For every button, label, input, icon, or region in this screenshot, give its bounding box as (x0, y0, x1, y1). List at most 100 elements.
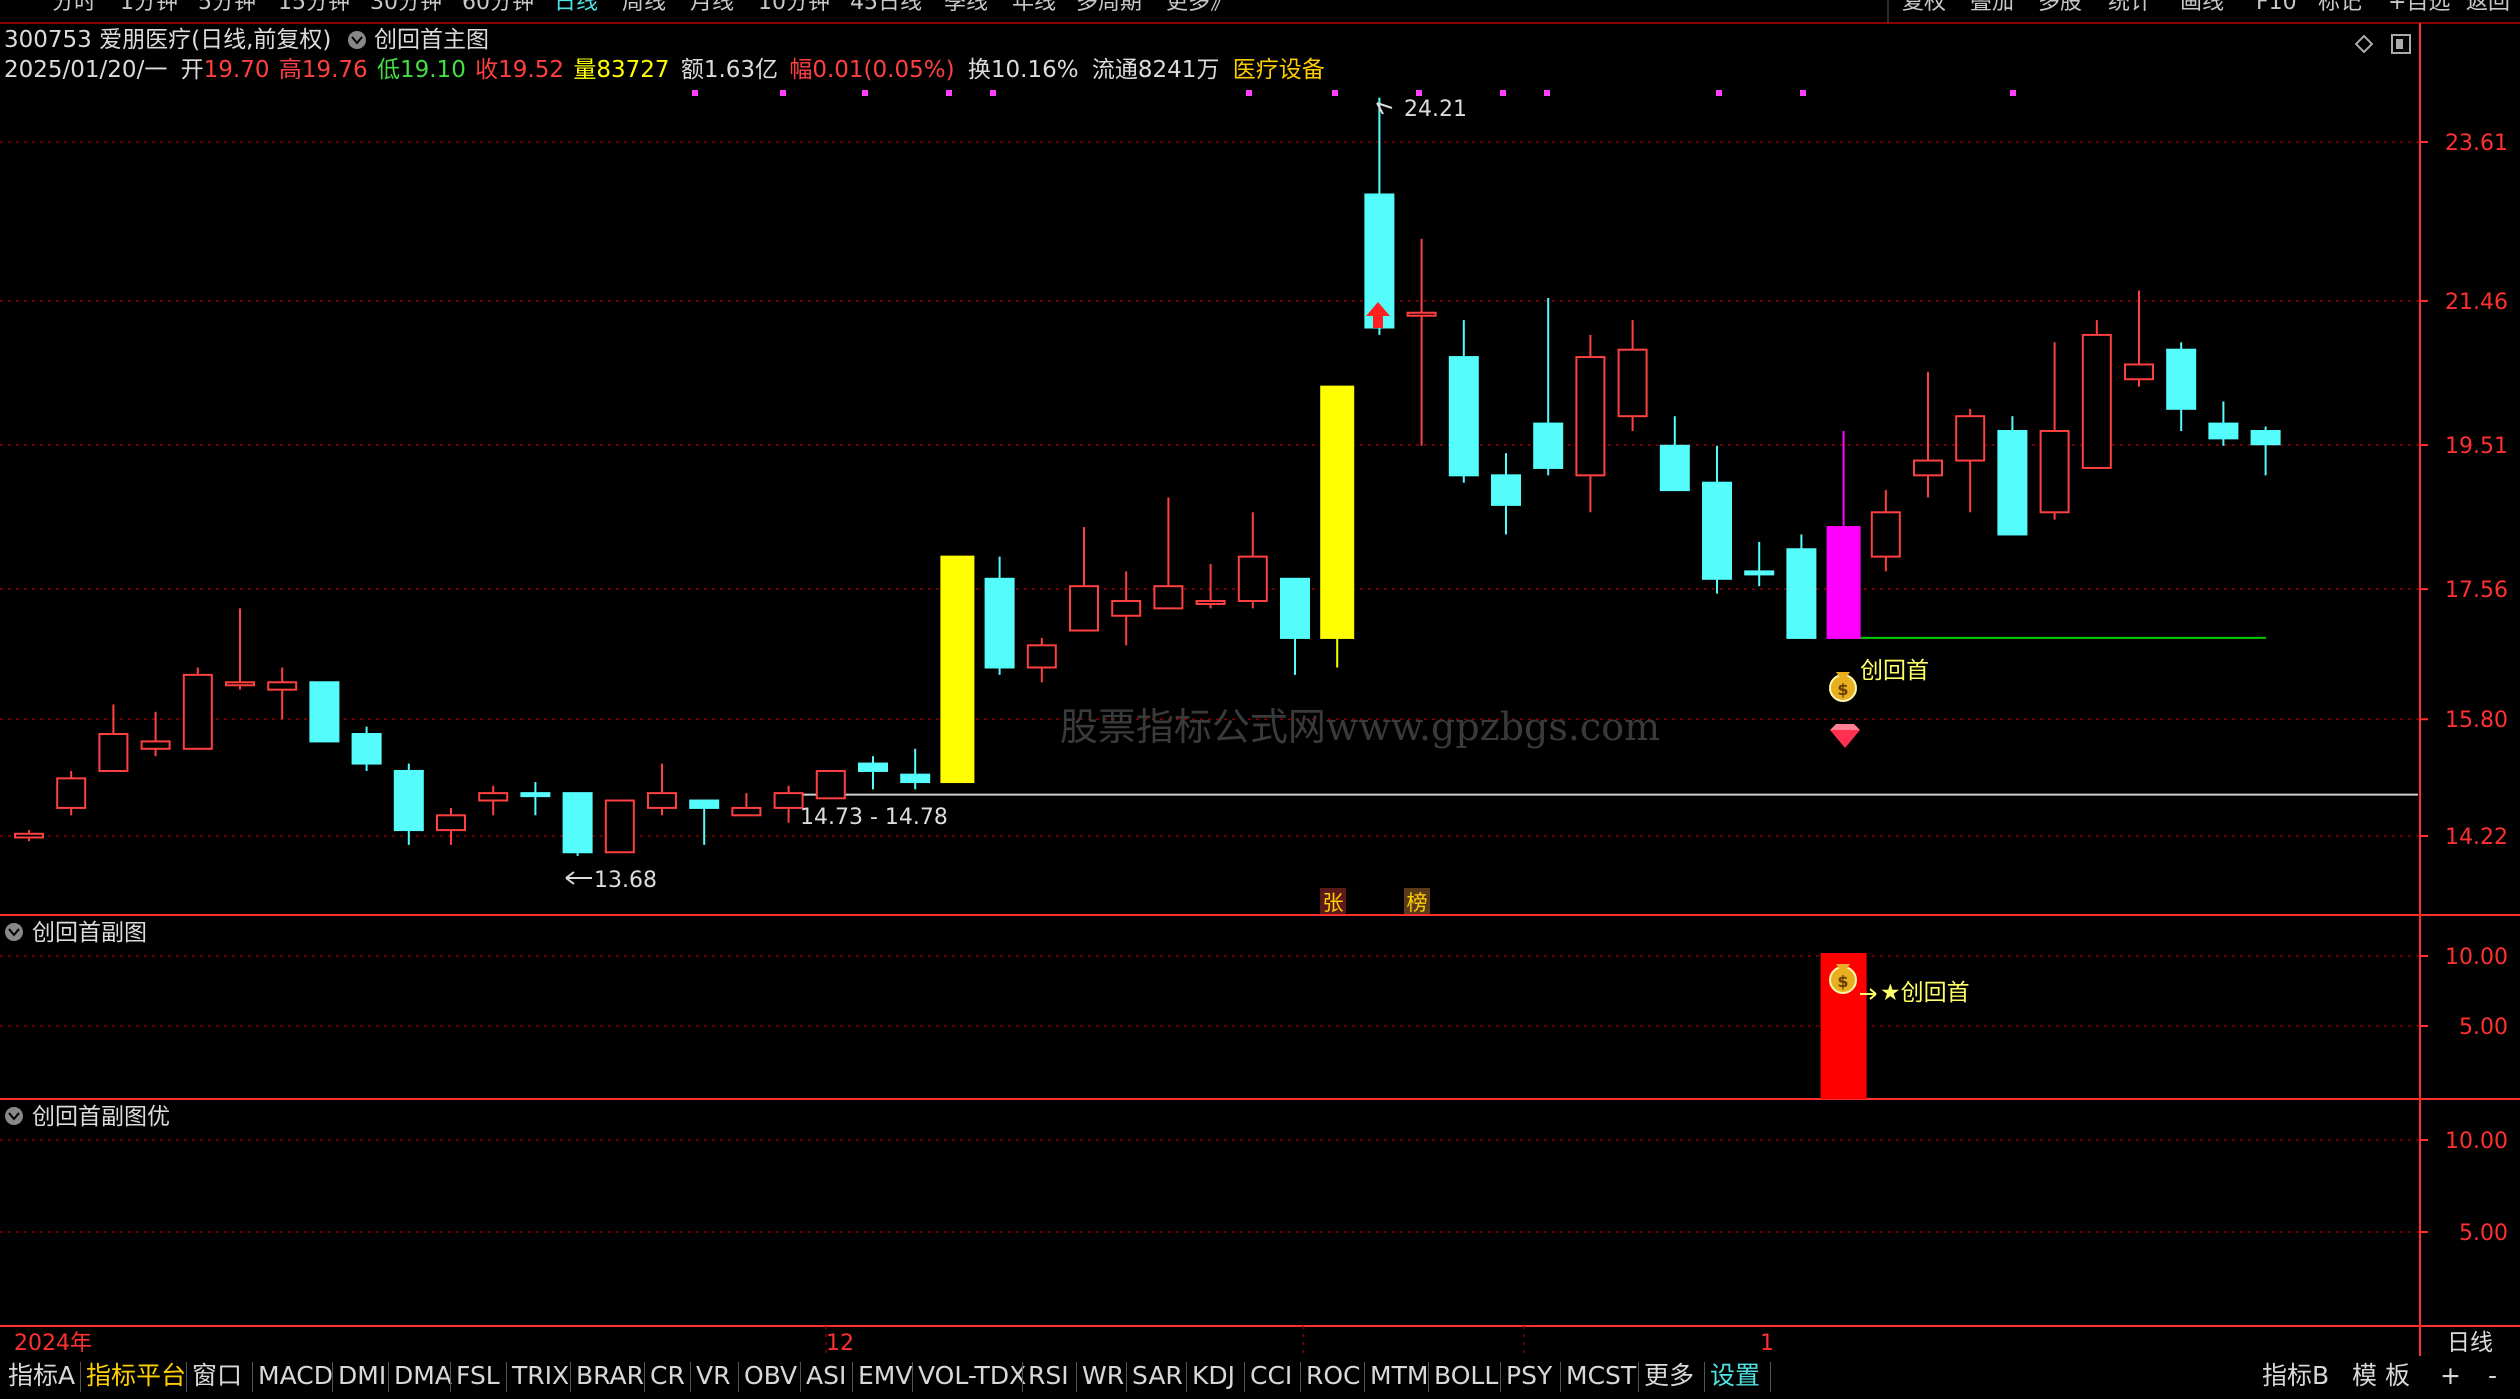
tab-separator (506, 1362, 507, 1392)
candle (225, 608, 255, 690)
top-signal-dot (1332, 90, 1338, 96)
indicator-collapse-icon[interactable] (348, 31, 366, 49)
indicator-tab[interactable]: RSI (1024, 1358, 1073, 1394)
top-signal-dot (1800, 90, 1806, 96)
tab-separator (1300, 1362, 1301, 1392)
indicator-tab[interactable]: 窗口 (188, 1358, 246, 1394)
candle-body (2124, 363, 2154, 381)
indicator-tab[interactable]: FSL (452, 1358, 504, 1394)
diamond-icon[interactable] (2354, 34, 2374, 54)
indicator-tab[interactable]: 更多 (1640, 1358, 1698, 1394)
indicator-tab[interactable]: CR (646, 1358, 689, 1394)
indicator-tab[interactable]: SAR (1128, 1358, 1187, 1394)
candle-body (1913, 459, 1943, 477)
top-signal-dot (780, 90, 786, 96)
indicator-tab[interactable]: WR (1078, 1358, 1128, 1394)
indicator-tab[interactable]: 指标A (4, 1358, 79, 1394)
tab-separator (1704, 1362, 1705, 1392)
indicator-tab[interactable]: 指标平台 (82, 1358, 190, 1394)
indicator-tab[interactable]: BOLL (1430, 1358, 1502, 1394)
tab-separator (690, 1362, 691, 1392)
indicator-title[interactable]: 创回首主图 (374, 27, 489, 53)
sub2-collapse-icon[interactable] (5, 1107, 23, 1125)
sub1-y-axis: 10.00 5.00 (2420, 945, 2508, 1040)
zoom-in-button[interactable]: + (2436, 1358, 2465, 1394)
candle (689, 799, 720, 845)
indicator-tab[interactable]: MCST (1562, 1358, 1640, 1394)
x-label-jan: 1 (1760, 1331, 1774, 1356)
candle (647, 763, 677, 816)
signal-label: 创回首 (1860, 658, 1929, 684)
candle (1069, 527, 1099, 632)
stat-low-label: 低 (377, 57, 400, 83)
indicator-tab[interactable]: PSY (1502, 1358, 1556, 1394)
candle-body (1744, 570, 1775, 576)
indicator-tab[interactable]: TRIX (508, 1358, 573, 1394)
indicator-tab[interactable]: MTM (1366, 1358, 1432, 1394)
candle-body (520, 792, 551, 798)
indicator-tab[interactable]: OBV (740, 1358, 801, 1394)
candle (14, 830, 44, 842)
top-signal-dot (1416, 90, 1422, 96)
tab-separator (1364, 1362, 1365, 1392)
sub2-title[interactable]: 创回首副图优 (32, 1104, 170, 1130)
indicator-tab[interactable]: KDJ (1188, 1358, 1239, 1394)
zoom-out-button[interactable]: - (2484, 1358, 2501, 1394)
candle (436, 807, 466, 845)
candle-body (98, 733, 129, 772)
indicator-tab[interactable]: EMV (854, 1358, 916, 1394)
candle (1826, 430, 1861, 639)
candle-body (940, 555, 975, 784)
sub1-y-tick-label: 5.00 (2459, 1015, 2508, 1040)
badge-bang: 榜 (1404, 888, 1430, 915)
tab-separator (1638, 1362, 1639, 1392)
indicator-tab[interactable]: DMI (334, 1358, 390, 1394)
top-signal-dot (692, 90, 698, 96)
candle-body (1111, 599, 1142, 617)
sub2-y-tick-label: 10.00 (2445, 1129, 2508, 1154)
window-toggle-icon[interactable] (2391, 34, 2411, 54)
stat-close: 19.52 (498, 57, 564, 83)
candle-body (1997, 429, 2028, 536)
indicator-tab[interactable]: VR (692, 1358, 734, 1394)
tab-template[interactable]: 模 板 (2348, 1358, 2414, 1394)
tab-separator (1022, 1362, 1023, 1392)
tab-separator (1076, 1362, 1077, 1392)
candle (2208, 401, 2239, 446)
stat-change: 0.01(0.05%) (812, 57, 954, 83)
indicator-tab[interactable]: VOL-TDX (914, 1358, 1030, 1394)
stat-date: 2025/01/20/一 (4, 57, 167, 83)
candle-body (2250, 429, 2281, 446)
candle (940, 555, 975, 784)
indicator-tab[interactable]: DMA (390, 1358, 456, 1394)
sub-signal-label: ★创回首 (1880, 980, 1970, 1006)
tab-indicator-b[interactable]: 指标B (2258, 1358, 2333, 1394)
indicator-tab[interactable]: MACD (254, 1358, 337, 1394)
sub1-collapse-icon[interactable] (5, 923, 23, 941)
candle (1406, 238, 1437, 446)
main-y-axis: 23.61 21.46 19.51 17.56 15.80 14.22 (2420, 131, 2508, 850)
candle-body (2081, 333, 2112, 469)
indicator-tab[interactable]: CCI (1246, 1358, 1296, 1394)
candle (815, 769, 846, 800)
tab-separator (912, 1362, 913, 1392)
candle (2124, 290, 2154, 387)
indicator-tab[interactable]: BRAR (572, 1358, 648, 1394)
tab-separator (1500, 1362, 1501, 1392)
candle-body (1575, 356, 1606, 477)
tab-separator (450, 1362, 451, 1392)
indicator-tab[interactable]: ROC (1302, 1358, 1365, 1394)
top-signal-dot (946, 90, 952, 96)
candle (1320, 385, 1355, 668)
x-label-2024: 2024年 (14, 1331, 92, 1356)
candle (1364, 97, 1395, 335)
stat-float-label: 流通 (1092, 57, 1138, 83)
sub1-title[interactable]: 创回首副图 (32, 920, 147, 946)
candle-body (1826, 526, 1861, 639)
indicator-tab[interactable]: ASI (802, 1358, 850, 1394)
stats-line: 2025/01/20/一 开19.70 高19.76 低19.10 收19.52… (4, 57, 1325, 83)
candle (309, 681, 340, 743)
indicator-tab[interactable]: 设置 (1706, 1358, 1764, 1394)
stock-title: 300753 爱朋医疗(日线,前复权) (4, 27, 331, 53)
candle (1111, 571, 1142, 646)
